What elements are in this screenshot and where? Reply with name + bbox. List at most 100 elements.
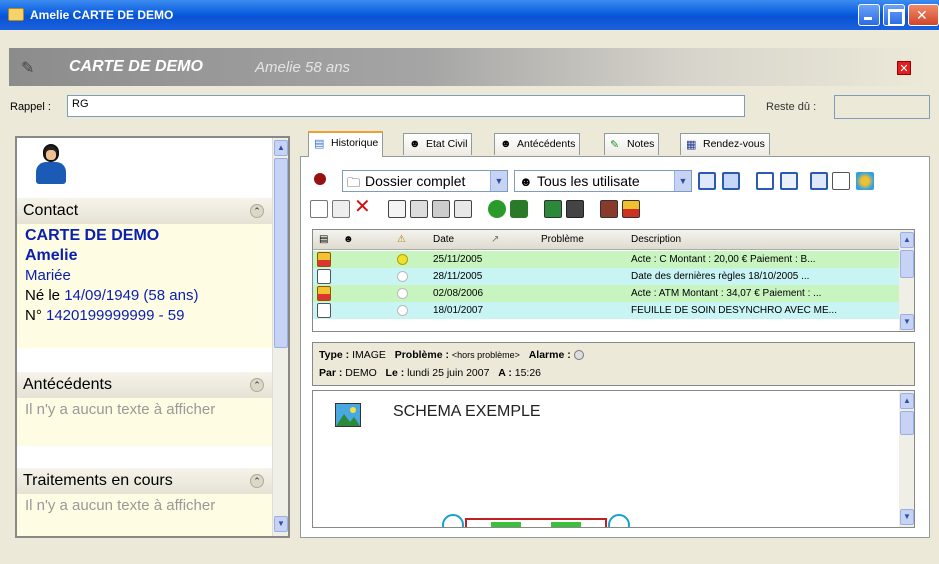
row-type-icon — [317, 303, 331, 318]
row-type-icon — [317, 269, 331, 284]
chevron-down-icon[interactable]: ▼ — [490, 171, 507, 191]
reste-du-field[interactable] — [834, 95, 930, 119]
antecedents-title: Antécédents — [23, 376, 112, 393]
add-icon[interactable] — [488, 200, 506, 218]
chevron-down-icon[interactable]: ▼ — [674, 171, 691, 191]
new-document-icon[interactable] — [310, 200, 328, 218]
view-detail-icon[interactable] — [722, 172, 740, 190]
column-probleme[interactable]: Problème — [541, 234, 584, 245]
alarm-column-icon[interactable]: ⚠ — [397, 234, 406, 245]
close-window-button[interactable] — [908, 4, 939, 26]
collapse-icon[interactable]: ⌃ — [250, 474, 264, 488]
copy-document-icon[interactable] — [332, 200, 350, 218]
left-scrollbar[interactable]: ▲ ▼ — [272, 138, 288, 536]
scroll-down-icon[interactable]: ▼ — [900, 509, 914, 525]
patient-card-icon: ✎ — [21, 60, 35, 77]
tab-strip: ▤ Historique ☻ Etat Civil ☻ Antécédents … — [300, 131, 930, 157]
person-icon: ☻ — [500, 138, 512, 150]
book-icon[interactable] — [600, 200, 618, 218]
users-select[interactable]: ☻ Tous les utilisate ▼ — [514, 170, 692, 192]
filter-icon[interactable] — [832, 172, 850, 190]
sort-icon[interactable] — [810, 172, 828, 190]
table-row[interactable]: 02/08/2006 Acte : ATM Montant : 34,07 € … — [313, 285, 899, 302]
folder-icon[interactable] — [622, 200, 640, 218]
collapse-icon[interactable]: ⌃ — [250, 204, 264, 218]
par-value: DEMO — [345, 367, 377, 379]
contact-firstname: Amelie — [25, 247, 78, 264]
view-split-icon[interactable] — [780, 172, 798, 190]
preview-scrollbar[interactable]: ▲ ▼ — [899, 391, 914, 527]
antecedents-section-header[interactable]: Antécédents ⌃ — [17, 372, 272, 398]
tab-notes[interactable]: ✎ Notes — [604, 133, 660, 155]
minimize-button[interactable] — [858, 4, 880, 26]
tab-label: Historique — [331, 137, 379, 149]
collapse-icon[interactable]: ⌃ — [250, 378, 264, 392]
a-value: 15:26 — [514, 367, 542, 379]
traitements-body: Il n'y a aucun texte à afficher — [17, 494, 272, 536]
record-icon[interactable] — [314, 173, 326, 185]
tab-rendez-vous[interactable]: ▦ Rendez-vous — [680, 133, 770, 155]
table-row[interactable]: 28/11/2005 Date des dernières règles 18/… — [313, 268, 899, 285]
scroll-down-icon[interactable]: ▼ — [900, 314, 914, 330]
row-description: Date des dernières règles 18/10/2005 ... — [631, 271, 810, 282]
secu-number: 1420199999999 - 59 — [46, 307, 185, 324]
le-label: Le : — [385, 367, 405, 379]
alarm-indicator-icon — [397, 305, 408, 316]
row-description: FEUILLE DE SOIN DESYNCHRO AVEC ME... — [631, 305, 837, 316]
user-column-icon[interactable]: ☻ — [343, 234, 354, 245]
tab-historique[interactable]: ▤ Historique — [308, 131, 384, 157]
view-list-icon[interactable] — [698, 172, 716, 190]
image-icon — [335, 403, 361, 427]
scroll-up-icon[interactable]: ▲ — [900, 393, 914, 409]
history-toolbar-actions: ✕ — [310, 197, 920, 221]
avatar — [36, 144, 66, 188]
colors-icon[interactable] — [856, 172, 874, 190]
attach-icon[interactable] — [566, 200, 584, 218]
print-icon[interactable] — [388, 200, 406, 218]
column-date[interactable]: Date — [433, 234, 454, 245]
row-date: 18/01/2007 — [433, 305, 484, 316]
scroll-thumb[interactable] — [274, 158, 288, 348]
scroll-up-icon[interactable]: ▲ — [900, 232, 914, 248]
scroll-thumb[interactable] — [900, 411, 914, 435]
view-single-icon[interactable] — [756, 172, 774, 190]
row-description: Acte : C Montant : 20,00 € Paiement : B.… — [631, 254, 816, 265]
close-icon[interactable]: ✕ — [897, 61, 911, 75]
contact-body: CARTE DE DEMO Amelie Mariée Né le 14/09/… — [17, 224, 272, 348]
column-description[interactable]: Description — [631, 234, 681, 245]
row-type-icon — [317, 252, 331, 267]
table-header: ▤ ☻ ⚠ Date ↗ Problème Description — [313, 230, 899, 250]
scan-icon[interactable] — [410, 200, 428, 218]
scroll-up-icon[interactable]: ▲ — [274, 140, 288, 156]
table-row[interactable]: 18/01/2007 FEUILLE DE SOIN DESYNCHRO AVE… — [313, 302, 899, 319]
scroll-down-icon[interactable]: ▼ — [274, 516, 288, 532]
tab-antecedents[interactable]: ☻ Antécédents — [494, 133, 581, 155]
rappel-input[interactable]: RG — [67, 95, 745, 117]
reste-du-label: Reste dû : — [766, 101, 817, 113]
move-icon[interactable] — [544, 200, 562, 218]
tab-label: Etat Civil — [426, 138, 468, 150]
tab-etat-civil[interactable]: ☻ Etat Civil — [403, 133, 473, 155]
schema-drawing — [442, 514, 630, 527]
maximize-button[interactable] — [883, 4, 905, 26]
patient-header: ✎ CARTE DE DEMO Amelie 58 ans ✕ — [9, 48, 930, 86]
alarm-indicator-icon — [397, 271, 408, 282]
table-scrollbar[interactable]: ▲ ▼ — [899, 230, 914, 331]
table-row[interactable]: 25/11/2005 Acte : C Montant : 20,00 € Pa… — [313, 251, 899, 268]
delete-icon[interactable]: ✕ — [354, 197, 372, 217]
scroll-thumb[interactable] — [900, 250, 914, 278]
export-icon[interactable] — [454, 200, 472, 218]
tab-label: Notes — [627, 138, 655, 150]
probleme-value: <hors problème> — [451, 350, 520, 360]
doc-type-column-icon[interactable]: ▤ — [319, 234, 328, 245]
archive-icon[interactable] — [432, 200, 450, 218]
traitements-title: Traitements en cours — [23, 472, 173, 489]
window-titlebar[interactable]: Amelie CARTE DE DEMO — [0, 0, 939, 30]
le-value: lundi 25 juin 2007 — [407, 367, 490, 379]
contact-section-header[interactable]: Contact ⌃ — [17, 198, 272, 224]
sort-ascending-icon: ↗ — [491, 234, 500, 245]
traitements-section-header[interactable]: Traitements en cours ⌃ — [17, 468, 272, 494]
history-table: ▤ ☻ ⚠ Date ↗ Problème Description 25/11/… — [312, 229, 915, 332]
dossier-select[interactable]: 🗀 Dossier complet ▼ — [342, 170, 508, 192]
import-icon[interactable] — [510, 200, 528, 218]
